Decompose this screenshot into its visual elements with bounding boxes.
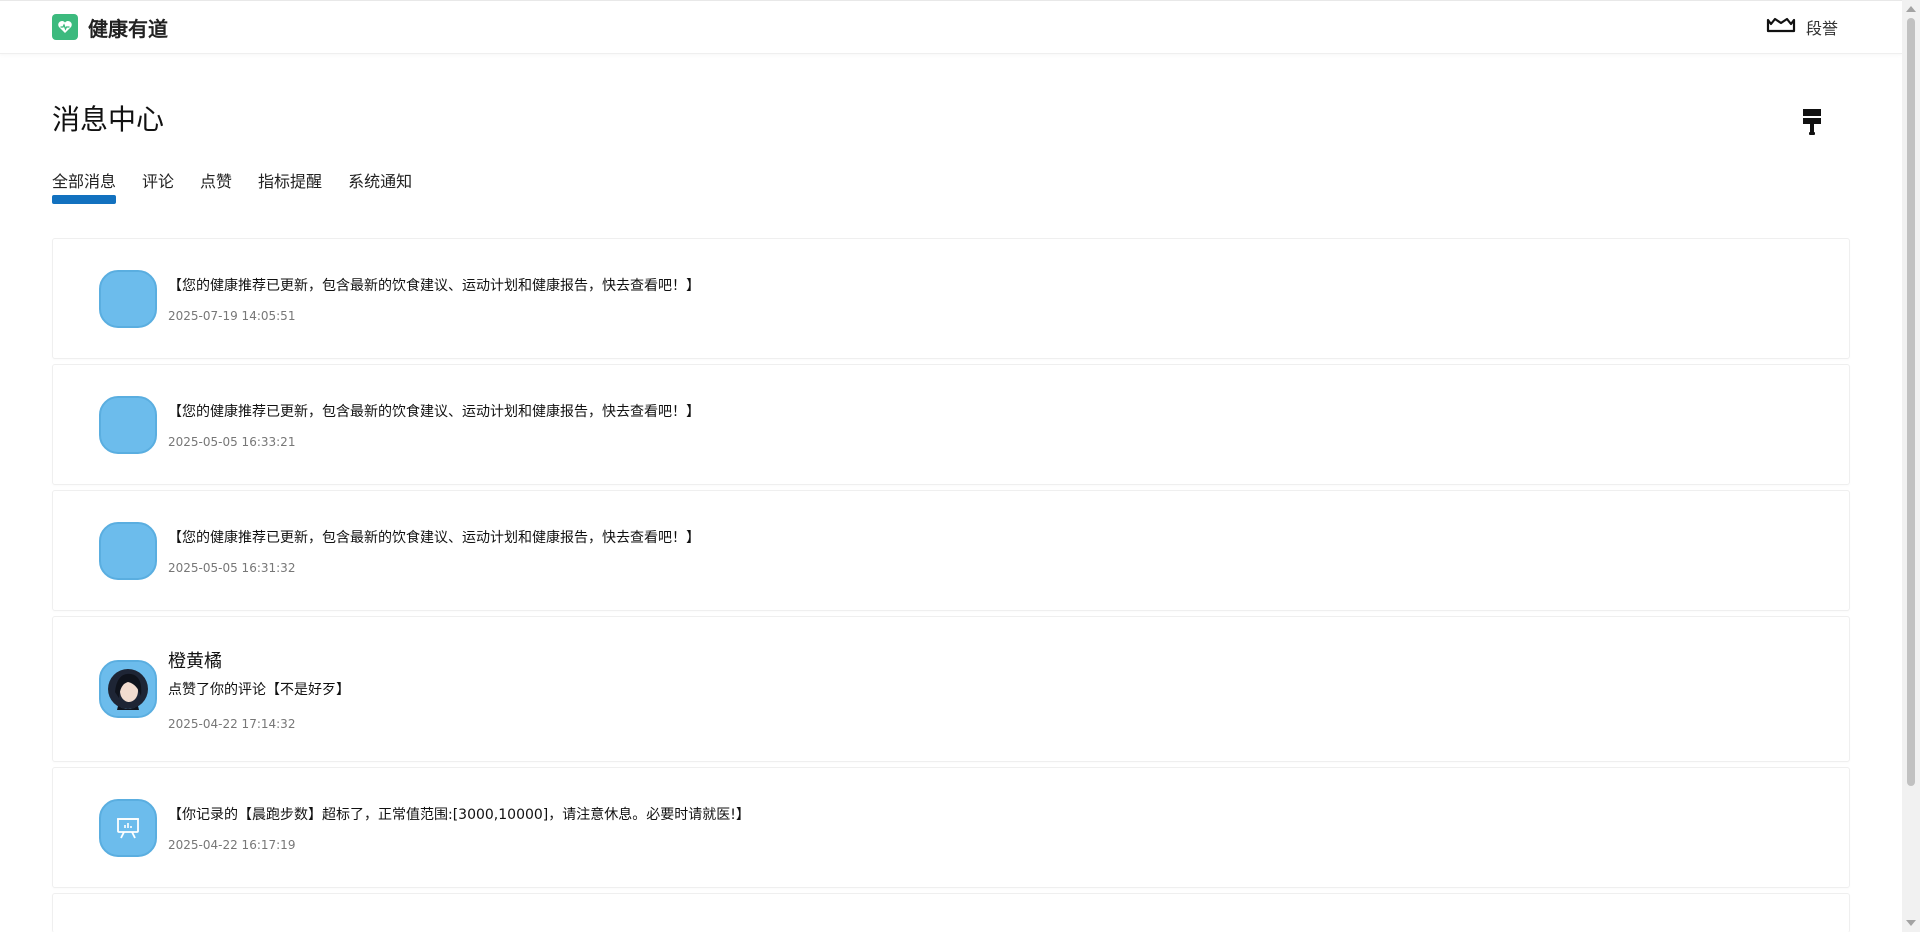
message-text: 【您的健康推荐已更新，包含最新的饮食建议、运动计划和健康报告，快去查看吧！】	[168, 529, 700, 546]
page-title: 消息中心	[52, 103, 165, 136]
message-time: 2025-07-19 14:05:51	[168, 308, 296, 323]
tab-indicator-alerts[interactable]: 指标提醒	[258, 166, 322, 204]
message-text: 点赞了你的评论【不是好歹】	[168, 682, 350, 698]
tab-system-notices[interactable]: 系统通知	[348, 166, 412, 204]
message-text: 【你记录的【晨跑步数】超标了，正常值范围:[3000,10000]，请注意休息。…	[168, 806, 750, 823]
message-item[interactable]	[52, 893, 1850, 932]
presentation-chart-icon	[117, 817, 139, 838]
system-avatar	[99, 395, 157, 454]
message-item[interactable]: 【你记录的【晨跑步数】超标了，正常值范围:[3000,10000]，请注意休息。…	[52, 767, 1850, 888]
message-item[interactable]: 【您的健康推荐已更新，包含最新的饮食建议、运动计划和健康报告，快去查看吧！】 2…	[52, 490, 1850, 611]
vertical-scrollbar[interactable]	[1902, 0, 1920, 932]
scroll-thumb[interactable]	[1907, 18, 1915, 786]
message-tabs: 全部消息 评论 点赞 指标提醒 系统通知	[52, 166, 1850, 204]
message-item[interactable]: 【您的健康推荐已更新，包含最新的饮食建议、运动计划和健康报告，快去查看吧！】 2…	[52, 364, 1850, 485]
message-text: 【您的健康推荐已更新，包含最新的饮食建议、运动计划和健康报告，快去查看吧！】	[168, 403, 700, 420]
message-item[interactable]: 【您的健康推荐已更新，包含最新的饮食建议、运动计划和健康报告，快去查看吧！】 2…	[52, 238, 1850, 359]
message-item[interactable]: 橙黄橘 点赞了你的评论【不是好歹】 2025-04-22 17:14:32	[52, 616, 1850, 762]
brush-icon	[1803, 109, 1821, 135]
top-header: 健康有道 段誉	[0, 0, 1902, 54]
system-avatar	[99, 521, 157, 580]
user-name: 段誉	[1805, 19, 1838, 38]
brand-name: 健康有道	[88, 16, 168, 41]
main-content: 消息中心 全部消息 评论 点赞 指标提醒 系统通知 【您的健康推荐已更新，包含最…	[0, 98, 1902, 932]
tab-likes[interactable]: 点赞	[200, 166, 232, 204]
message-time: 2025-04-22 17:14:32	[168, 717, 296, 731]
message-text: 【您的健康推荐已更新，包含最新的饮食建议、运动计划和健康报告，快去查看吧！】	[168, 277, 700, 294]
clear-all-button[interactable]	[1802, 108, 1826, 138]
indicator-avatar	[99, 798, 157, 857]
scroll-down-icon[interactable]	[1906, 920, 1916, 926]
message-time: 2025-04-22 16:17:19	[168, 837, 296, 852]
brand[interactable]: 健康有道	[52, 13, 168, 42]
sender-name: 橙黄橘	[168, 651, 222, 672]
scroll-up-icon[interactable]	[1906, 6, 1916, 12]
user-menu[interactable]: 段誉	[1766, 15, 1838, 39]
heart-pulse-icon	[52, 14, 78, 40]
crown-icon	[1766, 16, 1796, 38]
user-avatar[interactable]	[99, 660, 157, 718]
message-list: 【您的健康推荐已更新，包含最新的饮食建议、运动计划和健康报告，快去查看吧！】 2…	[52, 238, 1850, 932]
tab-all-messages[interactable]: 全部消息	[52, 166, 117, 204]
message-time: 2025-05-05 16:31:32	[168, 560, 296, 575]
system-avatar	[99, 269, 157, 328]
title-row: 消息中心	[52, 98, 1850, 138]
message-time: 2025-05-05 16:33:21	[168, 434, 296, 449]
tab-comments[interactable]: 评论	[142, 166, 174, 204]
